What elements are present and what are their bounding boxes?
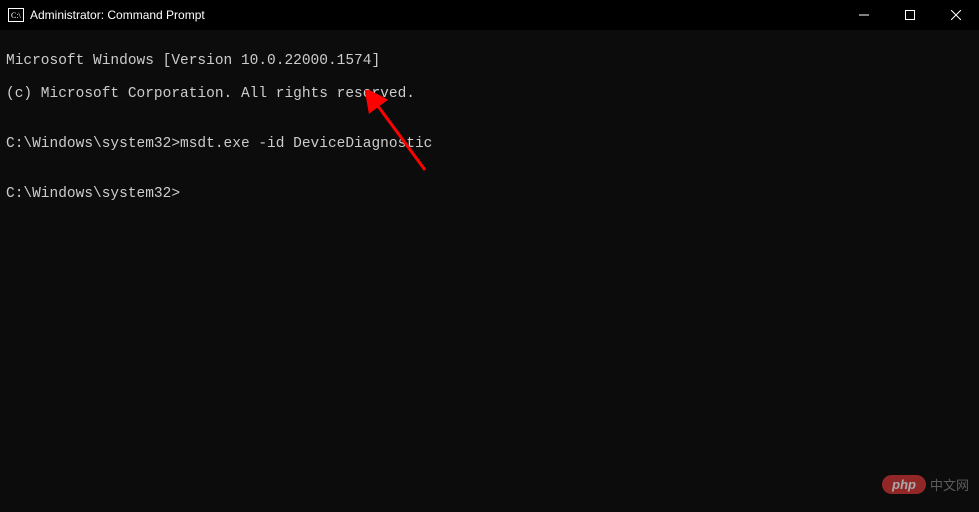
- cmd-icon: C:\: [8, 8, 24, 22]
- command-text: msdt.exe -id DeviceDiagnostic: [180, 136, 432, 152]
- prompt-path: C:\Windows\system32>: [6, 186, 180, 202]
- titlebar-left: C:\ Administrator: Command Prompt: [8, 8, 205, 22]
- version-line: Microsoft Windows [Version 10.0.22000.15…: [6, 53, 973, 70]
- watermark-badge: php: [882, 475, 926, 494]
- minimize-button[interactable]: [841, 0, 887, 30]
- window-title: Administrator: Command Prompt: [30, 8, 205, 22]
- prompt-path: C:\Windows\system32>: [6, 136, 180, 152]
- close-button[interactable]: [933, 0, 979, 30]
- terminal-content[interactable]: Microsoft Windows [Version 10.0.22000.15…: [0, 30, 979, 225]
- svg-text:C:\: C:\: [11, 11, 22, 20]
- titlebar: C:\ Administrator: Command Prompt: [0, 0, 979, 30]
- watermark: php 中文网: [882, 475, 969, 494]
- watermark-text: 中文网: [930, 475, 969, 494]
- prompt-line-2: C:\Windows\system32>: [6, 186, 973, 203]
- copyright-line: (c) Microsoft Corporation. All rights re…: [6, 86, 973, 103]
- prompt-line-1: C:\Windows\system32>msdt.exe -id DeviceD…: [6, 136, 973, 153]
- maximize-button[interactable]: [887, 0, 933, 30]
- window-controls: [841, 0, 979, 30]
